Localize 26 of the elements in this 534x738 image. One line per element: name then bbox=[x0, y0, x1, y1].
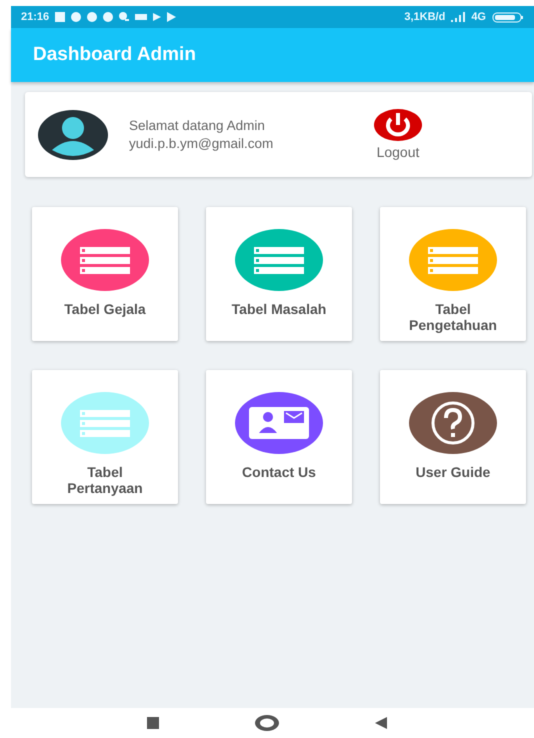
search-icon bbox=[119, 12, 130, 22]
list-icon bbox=[61, 392, 149, 454]
list-icon bbox=[409, 229, 497, 291]
menu-tile[interactable]: Contact Us bbox=[206, 370, 352, 504]
logout-button[interactable]: Logout bbox=[374, 109, 422, 160]
power-icon bbox=[374, 109, 422, 141]
menu-tile[interactable]: User Guide bbox=[380, 370, 526, 504]
network-type: 4G bbox=[471, 11, 486, 23]
welcome-text: Selamat datang Admin bbox=[129, 118, 266, 133]
avatar-icon bbox=[38, 110, 108, 160]
status-time: 21:16 bbox=[21, 11, 50, 23]
help-icon bbox=[409, 392, 497, 454]
menu-tile[interactable]: Tabel Pengetahuan bbox=[380, 207, 526, 341]
back-icon[interactable] bbox=[375, 717, 387, 729]
user-email: yudi.p.b.ym@gmail.com bbox=[129, 136, 274, 151]
contact-card-icon bbox=[235, 392, 323, 454]
network-speed: 3,1KB/d bbox=[404, 11, 446, 23]
menu-tile[interactable]: Tabel Masalah bbox=[206, 207, 352, 341]
app-title: Dashboard Admin bbox=[33, 44, 196, 66]
menu-tile[interactable]: Tabel Pertanyaan bbox=[32, 370, 178, 504]
menu-tile[interactable]: Tabel Gejala bbox=[32, 207, 178, 341]
signal-icon bbox=[451, 12, 466, 22]
battery-icon bbox=[492, 12, 524, 22]
home-icon[interactable] bbox=[255, 715, 279, 731]
list-icon bbox=[235, 229, 323, 291]
list-icon bbox=[61, 229, 149, 291]
